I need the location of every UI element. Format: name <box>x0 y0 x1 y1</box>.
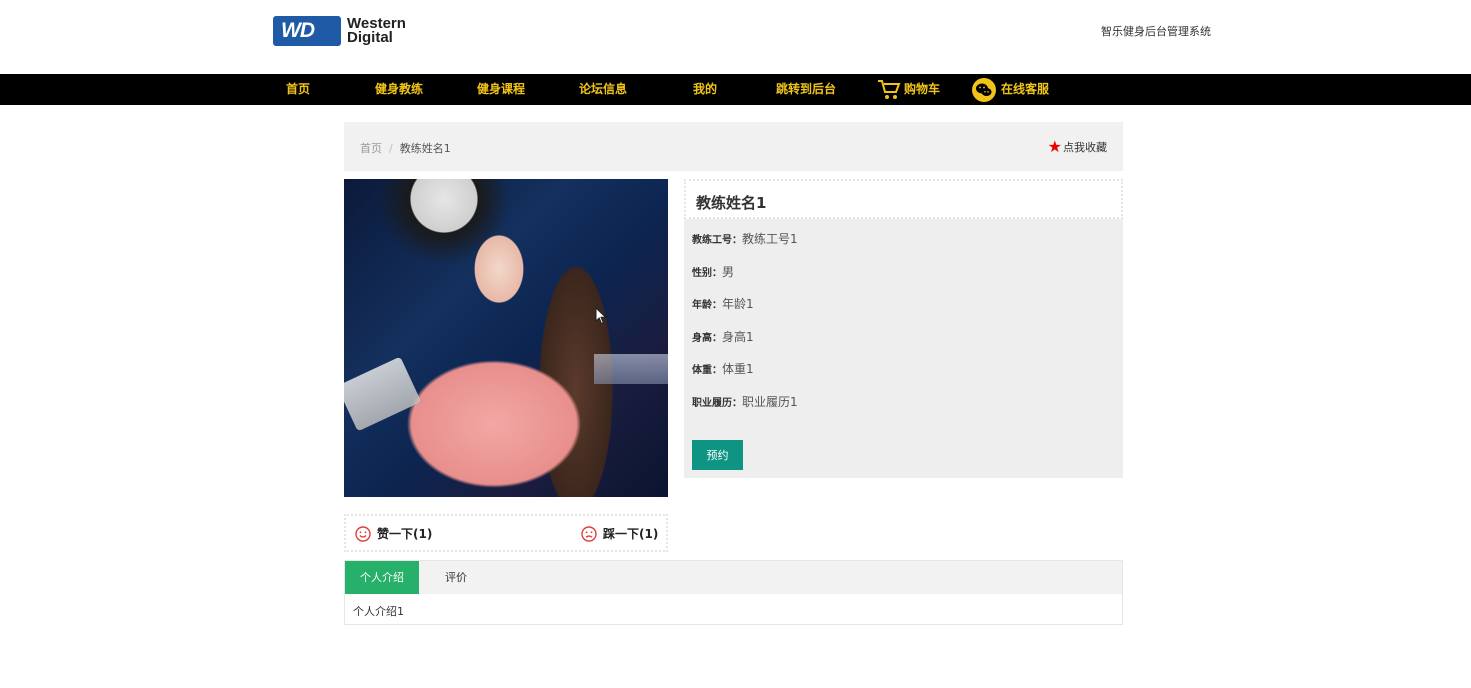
tab-content: 个人介绍1 <box>353 605 404 618</box>
nav-item-label: 首页 <box>286 82 311 96</box>
tab-header: 个人介绍 评价 <box>345 561 1122 594</box>
like-button[interactable]: 赞一下(1) <box>355 525 432 542</box>
nav-item-courses[interactable]: 健身课程 <box>477 74 525 105</box>
logo-badge-text: WD <box>281 19 315 42</box>
field-age: 年龄：年龄1 <box>692 295 754 312</box>
field-height: 身高：身高1 <box>692 328 754 345</box>
nav-item-forum[interactable]: 论坛信息 <box>579 74 627 105</box>
logo-badge: WD <box>273 16 341 46</box>
favorite-button[interactable]: ★ 点我收藏 <box>1048 139 1107 155</box>
nav-item-cart[interactable]: 购物车 <box>877 74 940 105</box>
field-key: 性别： <box>692 268 722 279</box>
coach-info-panel: 教练姓名1 教练工号：教练工号1 性别：男 年龄：年龄1 身高：身高1 体重：体… <box>684 179 1123 478</box>
field-key: 身高： <box>692 333 722 344</box>
field-value: 教练工号1 <box>742 232 798 246</box>
field-key: 职业履历： <box>692 398 742 409</box>
logo[interactable]: WD Western Digital <box>273 15 406 47</box>
cart-icon <box>877 79 901 101</box>
field-value: 年龄1 <box>722 297 754 311</box>
field-weight: 体重：体重1 <box>692 360 754 377</box>
tab-reviews[interactable]: 评价 <box>419 561 493 594</box>
book-button[interactable]: 预约 <box>692 440 743 470</box>
detail-tabs: 个人介绍 评价 个人介绍1 <box>344 560 1123 625</box>
favorite-label: 点我收藏 <box>1063 141 1107 154</box>
nav-item-label: 在线客服 <box>1001 82 1050 96</box>
nav-item-service[interactable]: 在线客服 <box>972 74 1049 105</box>
field-career: 职业履历：职业履历1 <box>692 393 798 410</box>
mouse-cursor-icon <box>595 307 607 325</box>
dislike-button[interactable]: 踩一下(1) <box>581 525 658 542</box>
field-key: 体重： <box>692 365 722 376</box>
nav-item-home[interactable]: 首页 <box>286 74 310 105</box>
nav-item-label: 论坛信息 <box>579 82 628 96</box>
like-label: 赞一下(1) <box>377 527 433 541</box>
breadcrumb-separator: / <box>389 142 393 155</box>
photo-detail <box>344 356 422 432</box>
logo-text: Western Digital <box>347 16 406 46</box>
header: WD Western Digital 智乐健身后台管理系统 <box>0 0 1471 74</box>
coach-photo <box>344 179 668 497</box>
coach-name: 教练姓名1 <box>696 194 767 212</box>
field-value: 男 <box>722 265 735 279</box>
breadcrumb: 首页 / 教练姓名1 <box>360 140 451 156</box>
field-value: 职业履历1 <box>742 395 798 409</box>
star-icon: ★ <box>1047 137 1062 156</box>
photo-detail <box>594 354 668 384</box>
main-nav: 首页 健身教练 健身课程 论坛信息 我的 跳转到后台 购物车 在线客服 <box>0 74 1471 105</box>
field-value: 身高1 <box>722 330 754 344</box>
logo-line2: Digital <box>347 29 393 46</box>
field-id: 教练工号：教练工号1 <box>692 230 798 247</box>
field-gender: 性别：男 <box>692 263 734 280</box>
nav-item-label: 跳转到后台 <box>776 82 837 96</box>
vote-bar: 赞一下(1) 踩一下(1) <box>344 514 668 552</box>
breadcrumb-bar: 首页 / 教练姓名1 ★ 点我收藏 <box>344 122 1123 171</box>
nav-item-label: 健身教练 <box>375 82 424 96</box>
nav-item-coaches[interactable]: 健身教练 <box>375 74 423 105</box>
nav-item-label: 健身课程 <box>477 82 526 96</box>
dislike-label: 踩一下(1) <box>603 527 659 541</box>
frown-icon <box>581 525 597 542</box>
field-value: 体重1 <box>722 362 754 376</box>
nav-item-label: 购物车 <box>904 82 941 96</box>
breadcrumb-current: 教练姓名1 <box>399 142 451 155</box>
wechat-icon <box>972 77 996 102</box>
tab-intro[interactable]: 个人介绍 <box>345 561 419 594</box>
smile-icon <box>355 525 371 542</box>
coach-name-box: 教练姓名1 <box>684 179 1123 219</box>
field-key: 教练工号： <box>692 235 742 246</box>
nav-item-label: 我的 <box>693 82 718 96</box>
nav-item-admin[interactable]: 跳转到后台 <box>776 74 836 105</box>
system-title[interactable]: 智乐健身后台管理系统 <box>1101 23 1211 39</box>
field-key: 年龄： <box>692 300 722 311</box>
breadcrumb-home[interactable]: 首页 <box>360 142 382 155</box>
nav-item-mine[interactable]: 我的 <box>693 74 717 105</box>
